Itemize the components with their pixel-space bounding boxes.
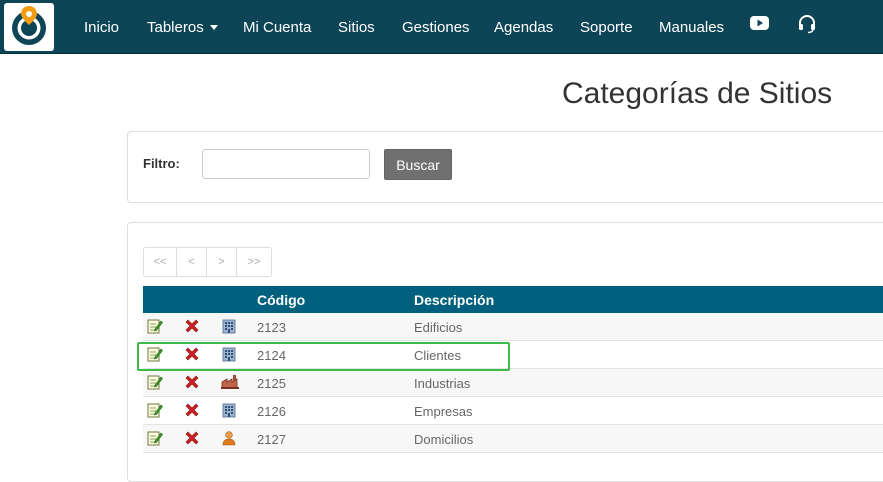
- delete-icon[interactable]: [184, 402, 200, 421]
- row-code: 2124: [257, 348, 286, 363]
- nav-agendas[interactable]: Agendas: [494, 0, 553, 54]
- pager-last-button[interactable]: >>: [237, 248, 271, 276]
- row-description: Clientes: [414, 348, 461, 363]
- pager-prev-button[interactable]: <: [177, 248, 207, 276]
- pager-next-button[interactable]: >: [207, 248, 237, 276]
- edit-icon[interactable]: [147, 346, 163, 365]
- table-row[interactable]: 2124 Clientes: [143, 341, 883, 369]
- pager-first-button[interactable]: <<: [144, 248, 177, 276]
- row-code: 2127: [257, 432, 286, 447]
- headset-icon[interactable]: [797, 14, 817, 34]
- building-icon: [221, 318, 237, 337]
- page-title: Categorías de Sitios: [562, 77, 833, 110]
- nav-mi-cuenta[interactable]: Mi Cuenta: [243, 0, 311, 54]
- categories-panel: << < > >> Código Descripción 2123 Edifici…: [127, 222, 883, 482]
- person-icon: [221, 430, 237, 449]
- delete-icon[interactable]: [184, 346, 200, 365]
- logo-icon: [12, 6, 46, 45]
- nav-tableros-label: Tableros: [147, 19, 204, 36]
- table-row[interactable]: 2127 Domicilios: [143, 425, 883, 453]
- categories-table: Código Descripción 2123 Edificios 2124 Clie…: [143, 286, 883, 453]
- header-description[interactable]: Descripción: [414, 292, 494, 308]
- edit-icon[interactable]: [147, 430, 163, 449]
- delete-icon[interactable]: [184, 430, 200, 449]
- edit-icon[interactable]: [147, 402, 163, 421]
- row-description: Empresas: [414, 404, 473, 419]
- header-code[interactable]: Código: [257, 292, 305, 308]
- row-code: 2123: [257, 320, 286, 335]
- edit-icon[interactable]: [147, 318, 163, 337]
- row-code: 2125: [257, 376, 286, 391]
- nav-inicio[interactable]: Inicio: [84, 0, 119, 54]
- nav-soporte[interactable]: Soporte: [580, 0, 633, 54]
- row-description: Domicilios: [414, 432, 474, 447]
- row-code: 2126: [257, 404, 286, 419]
- building-icon: [221, 402, 237, 421]
- caret-down-icon: [209, 24, 218, 30]
- delete-icon[interactable]: [184, 374, 200, 393]
- nav-tableros-dropdown[interactable]: Tableros: [147, 0, 218, 54]
- pagination: << < > >>: [143, 247, 272, 277]
- table-body: 2123 Edificios 2124 Clientes 2125 Industrias 2…: [143, 313, 883, 453]
- table-row[interactable]: 2123 Edificios: [143, 313, 883, 341]
- table-row[interactable]: 2125 Industrias: [143, 369, 883, 397]
- nav-gestiones[interactable]: Gestiones: [402, 0, 470, 54]
- nav-manuales[interactable]: Manuales: [659, 0, 724, 54]
- nav-sitios[interactable]: Sitios: [338, 0, 375, 54]
- app-logo[interactable]: [4, 3, 54, 51]
- filter-input[interactable]: [202, 149, 370, 179]
- row-description: Edificios: [414, 320, 463, 335]
- youtube-icon[interactable]: [750, 15, 769, 31]
- building-icon: [221, 346, 237, 365]
- filter-panel: Filtro: Buscar: [127, 131, 883, 203]
- search-button[interactable]: Buscar: [384, 149, 452, 180]
- top-navbar: Inicio Tableros Mi Cuenta Sitios Gestion…: [0, 0, 883, 54]
- edit-icon[interactable]: [147, 374, 163, 393]
- factory-icon: [221, 374, 239, 393]
- delete-icon[interactable]: [184, 318, 200, 337]
- filter-label: Filtro:: [143, 156, 180, 171]
- table-header: Código Descripción: [143, 286, 883, 313]
- table-row[interactable]: 2126 Empresas: [143, 397, 883, 425]
- row-description: Industrias: [414, 376, 471, 391]
